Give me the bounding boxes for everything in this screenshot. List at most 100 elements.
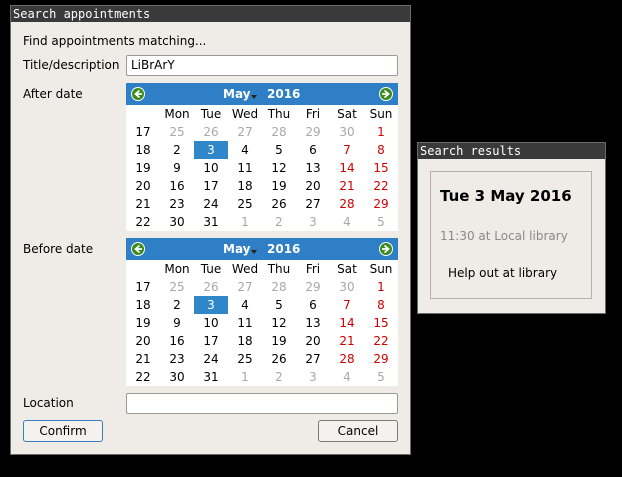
- year-label[interactable]: 2016: [267, 83, 300, 105]
- month-selector[interactable]: May: [223, 83, 251, 105]
- calendar-day[interactable]: 4: [330, 213, 364, 231]
- calendar-day[interactable]: 25: [160, 123, 194, 141]
- calendar-day[interactable]: 21: [330, 332, 364, 350]
- calendar-day[interactable]: 23: [160, 350, 194, 368]
- calendar-day[interactable]: 26: [194, 278, 228, 296]
- search-window-titlebar[interactable]: Search appointments: [11, 6, 410, 22]
- calendar-day[interactable]: 6: [296, 141, 330, 159]
- calendar-day[interactable]: 1: [228, 213, 262, 231]
- calendar-day[interactable]: 30: [330, 123, 364, 141]
- calendar-day[interactable]: 17: [194, 332, 228, 350]
- calendar-day[interactable]: 27: [296, 350, 330, 368]
- calendar-day[interactable]: 30: [160, 368, 194, 386]
- calendar-day[interactable]: 29: [364, 195, 398, 213]
- year-label[interactable]: 2016: [267, 238, 300, 260]
- calendar-day[interactable]: 23: [160, 195, 194, 213]
- calendar-day[interactable]: 29: [296, 123, 330, 141]
- calendar-day[interactable]: 28: [262, 278, 296, 296]
- calendar-day[interactable]: 3: [296, 368, 330, 386]
- chevron-down-icon[interactable]: [251, 250, 257, 254]
- calendar-day[interactable]: 4: [228, 296, 262, 314]
- calendar-day[interactable]: 14: [330, 159, 364, 177]
- calendar-day[interactable]: 28: [262, 123, 296, 141]
- calendar-day[interactable]: 8: [364, 296, 398, 314]
- calendar-day[interactable]: 27: [296, 195, 330, 213]
- calendar-day[interactable]: 15: [364, 314, 398, 332]
- calendar-day[interactable]: 1: [364, 278, 398, 296]
- calendar-day[interactable]: 30: [160, 213, 194, 231]
- calendar-day[interactable]: 13: [296, 159, 330, 177]
- calendar-day[interactable]: 4: [330, 368, 364, 386]
- confirm-button[interactable]: Confirm: [23, 420, 103, 442]
- cancel-button[interactable]: Cancel: [318, 420, 398, 442]
- calendar-day[interactable]: 17: [194, 177, 228, 195]
- prev-month-button[interactable]: [131, 242, 145, 256]
- calendar-day[interactable]: 9: [160, 159, 194, 177]
- calendar-day[interactable]: 8: [364, 141, 398, 159]
- calendar-day[interactable]: 27: [228, 278, 262, 296]
- calendar-day[interactable]: 3: [296, 213, 330, 231]
- calendar-day[interactable]: 2: [160, 141, 194, 159]
- calendar-day[interactable]: 5: [364, 213, 398, 231]
- calendar-day[interactable]: 13: [296, 314, 330, 332]
- calendar-day[interactable]: 24: [194, 195, 228, 213]
- before-date-calendar[interactable]: May 2016 Mon Tue Wed Thu Fri Sat Sun 17 25 26 27 28…: [126, 238, 398, 386]
- calendar-day[interactable]: 2: [160, 296, 194, 314]
- calendar-day[interactable]: 25: [160, 278, 194, 296]
- calendar-day[interactable]: 10: [194, 314, 228, 332]
- calendar-day[interactable]: 1: [228, 368, 262, 386]
- calendar-day[interactable]: 18: [228, 332, 262, 350]
- after-date-calendar[interactable]: May 2016 Mon Tue Wed Thu Fri Sat Sun 17 25 26 27 28…: [126, 83, 398, 231]
- calendar-day[interactable]: 5: [262, 296, 296, 314]
- calendar-day[interactable]: 16: [160, 177, 194, 195]
- calendar-day[interactable]: 7: [330, 296, 364, 314]
- calendar-day[interactable]: 26: [262, 350, 296, 368]
- calendar-day[interactable]: 30: [330, 278, 364, 296]
- calendar-day[interactable]: 24: [194, 350, 228, 368]
- calendar-day[interactable]: 4: [228, 141, 262, 159]
- calendar-day[interactable]: 22: [364, 177, 398, 195]
- calendar-day[interactable]: 9: [160, 314, 194, 332]
- result-item[interactable]: Tue 3 May 2016 11:30 at Local library He…: [430, 171, 592, 299]
- calendar-day[interactable]: 11: [228, 314, 262, 332]
- calendar-day[interactable]: 16: [160, 332, 194, 350]
- calendar-day[interactable]: 31: [194, 368, 228, 386]
- calendar-day[interactable]: 6: [296, 296, 330, 314]
- calendar-day[interactable]: 10: [194, 159, 228, 177]
- next-month-button[interactable]: [379, 242, 393, 256]
- chevron-down-icon[interactable]: [251, 95, 257, 99]
- calendar-day[interactable]: 21: [330, 177, 364, 195]
- title-input[interactable]: LiBrArY: [126, 55, 398, 76]
- calendar-day[interactable]: 12: [262, 159, 296, 177]
- calendar-day[interactable]: 1: [364, 123, 398, 141]
- calendar-day[interactable]: 3: [194, 141, 228, 159]
- calendar-day[interactable]: 11: [228, 159, 262, 177]
- calendar-day[interactable]: 28: [330, 350, 364, 368]
- calendar-day[interactable]: 2: [262, 213, 296, 231]
- calendar-day[interactable]: 26: [262, 195, 296, 213]
- calendar-day[interactable]: 19: [262, 177, 296, 195]
- calendar-day[interactable]: 27: [228, 123, 262, 141]
- calendar-day[interactable]: 28: [330, 195, 364, 213]
- calendar-day[interactable]: 20: [296, 332, 330, 350]
- calendar-day[interactable]: 5: [364, 368, 398, 386]
- calendar-day[interactable]: 31: [194, 213, 228, 231]
- calendar-day[interactable]: 5: [262, 141, 296, 159]
- calendar-day[interactable]: 25: [228, 195, 262, 213]
- calendar-day[interactable]: 25: [228, 350, 262, 368]
- calendar-day[interactable]: 20: [296, 177, 330, 195]
- calendar-day[interactable]: 14: [330, 314, 364, 332]
- results-window-titlebar[interactable]: Search results: [418, 143, 605, 159]
- calendar-day[interactable]: 7: [330, 141, 364, 159]
- calendar-day[interactable]: 18: [228, 177, 262, 195]
- calendar-day[interactable]: 29: [296, 278, 330, 296]
- calendar-day[interactable]: 15: [364, 159, 398, 177]
- calendar-day[interactable]: 2: [262, 368, 296, 386]
- calendar-day[interactable]: 29: [364, 350, 398, 368]
- calendar-day[interactable]: 22: [364, 332, 398, 350]
- calendar-day[interactable]: 3: [194, 296, 228, 314]
- prev-month-button[interactable]: [131, 87, 145, 101]
- calendar-day[interactable]: 19: [262, 332, 296, 350]
- calendar-day[interactable]: 12: [262, 314, 296, 332]
- calendar-day[interactable]: 26: [194, 123, 228, 141]
